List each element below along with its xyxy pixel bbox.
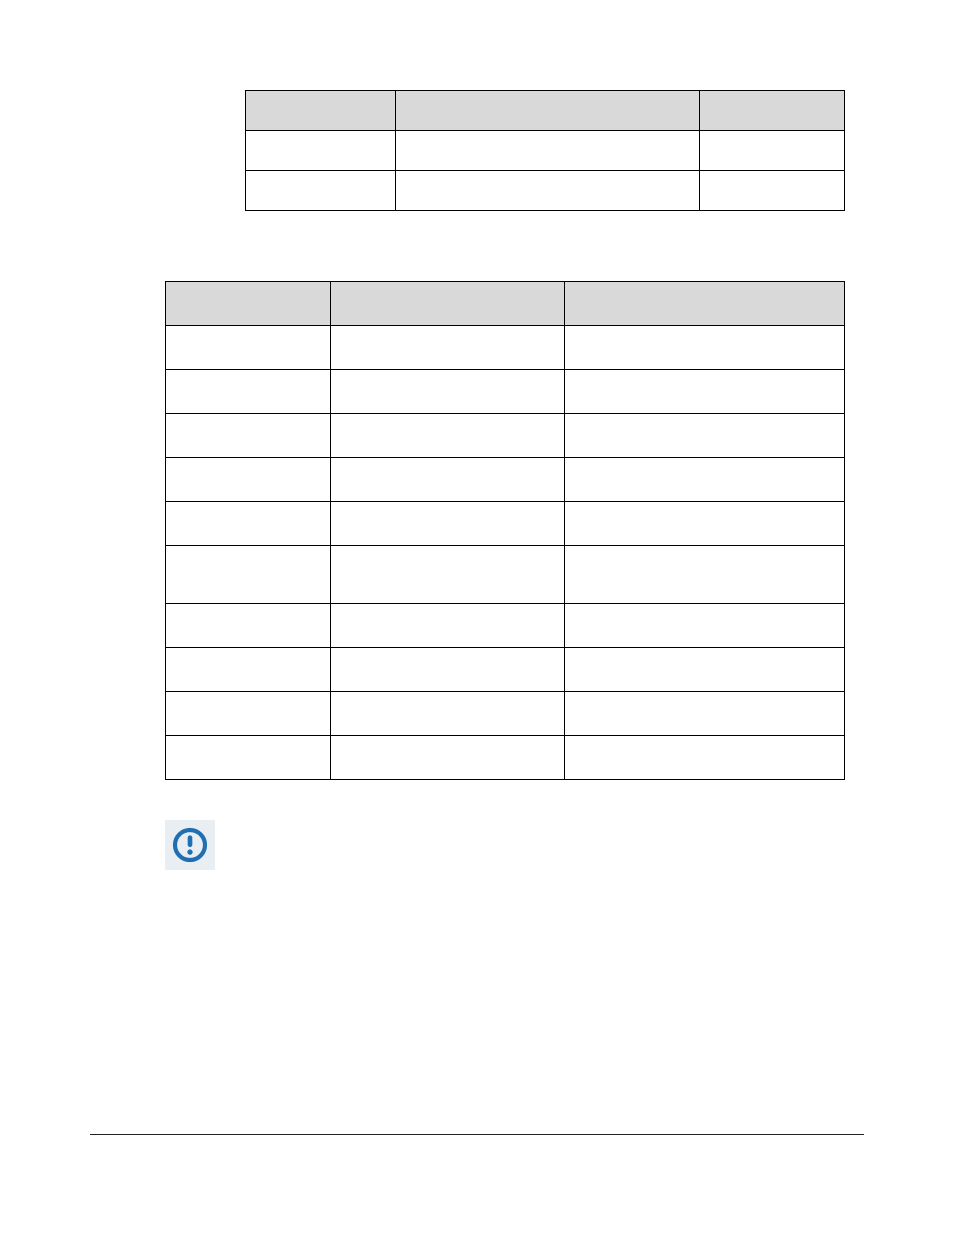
table-row bbox=[246, 171, 845, 211]
table-row bbox=[166, 546, 845, 604]
table-cell bbox=[565, 458, 845, 502]
footer-rule bbox=[90, 1134, 864, 1135]
table-cell bbox=[330, 458, 565, 502]
table-cell bbox=[565, 692, 845, 736]
table-row bbox=[166, 502, 845, 546]
table-cell bbox=[700, 171, 845, 211]
table-cell bbox=[330, 648, 565, 692]
table-row bbox=[166, 326, 845, 370]
note-block bbox=[165, 820, 864, 870]
table-cell bbox=[565, 648, 845, 692]
table-cell bbox=[166, 502, 331, 546]
table-cell bbox=[565, 370, 845, 414]
table-row bbox=[166, 370, 845, 414]
table-cell bbox=[565, 502, 845, 546]
table-cell bbox=[565, 604, 845, 648]
table-row bbox=[166, 282, 845, 326]
table-cell bbox=[330, 414, 565, 458]
table-2 bbox=[165, 281, 845, 780]
table-cell bbox=[330, 736, 565, 780]
table-cell bbox=[246, 131, 396, 171]
table-cell bbox=[330, 546, 565, 604]
table-cell bbox=[166, 326, 331, 370]
table-cell bbox=[166, 604, 331, 648]
table-row bbox=[166, 648, 845, 692]
table-header-cell bbox=[395, 91, 699, 131]
table-cell bbox=[330, 604, 565, 648]
table-cell bbox=[700, 131, 845, 171]
table-cell bbox=[565, 326, 845, 370]
table-cell bbox=[565, 736, 845, 780]
table-cell bbox=[166, 546, 331, 604]
table-row bbox=[246, 131, 845, 171]
table-cell bbox=[330, 370, 565, 414]
table-header-cell bbox=[166, 282, 331, 326]
table-cell bbox=[166, 414, 331, 458]
table-cell bbox=[330, 502, 565, 546]
table-1 bbox=[245, 90, 845, 211]
table-row bbox=[166, 458, 845, 502]
table-header-cell bbox=[700, 91, 845, 131]
table-cell bbox=[330, 326, 565, 370]
table-row bbox=[166, 604, 845, 648]
table-row bbox=[246, 91, 845, 131]
table-header-cell bbox=[246, 91, 396, 131]
spacer bbox=[90, 780, 864, 820]
table-cell bbox=[166, 370, 331, 414]
table-cell bbox=[395, 171, 699, 211]
table-cell bbox=[166, 458, 331, 502]
table-cell bbox=[166, 736, 331, 780]
alert-circle-icon bbox=[165, 820, 215, 870]
table-cell bbox=[565, 414, 845, 458]
table-cell bbox=[565, 546, 845, 604]
spacer bbox=[90, 211, 864, 281]
table-cell bbox=[330, 692, 565, 736]
table-row bbox=[166, 414, 845, 458]
table-header-cell bbox=[565, 282, 845, 326]
table-cell bbox=[395, 131, 699, 171]
table-row bbox=[166, 736, 845, 780]
table-row bbox=[166, 692, 845, 736]
table-header-cell bbox=[330, 282, 565, 326]
document-page bbox=[0, 0, 954, 1235]
table-cell bbox=[166, 692, 331, 736]
table-cell bbox=[166, 648, 331, 692]
table-cell bbox=[246, 171, 396, 211]
